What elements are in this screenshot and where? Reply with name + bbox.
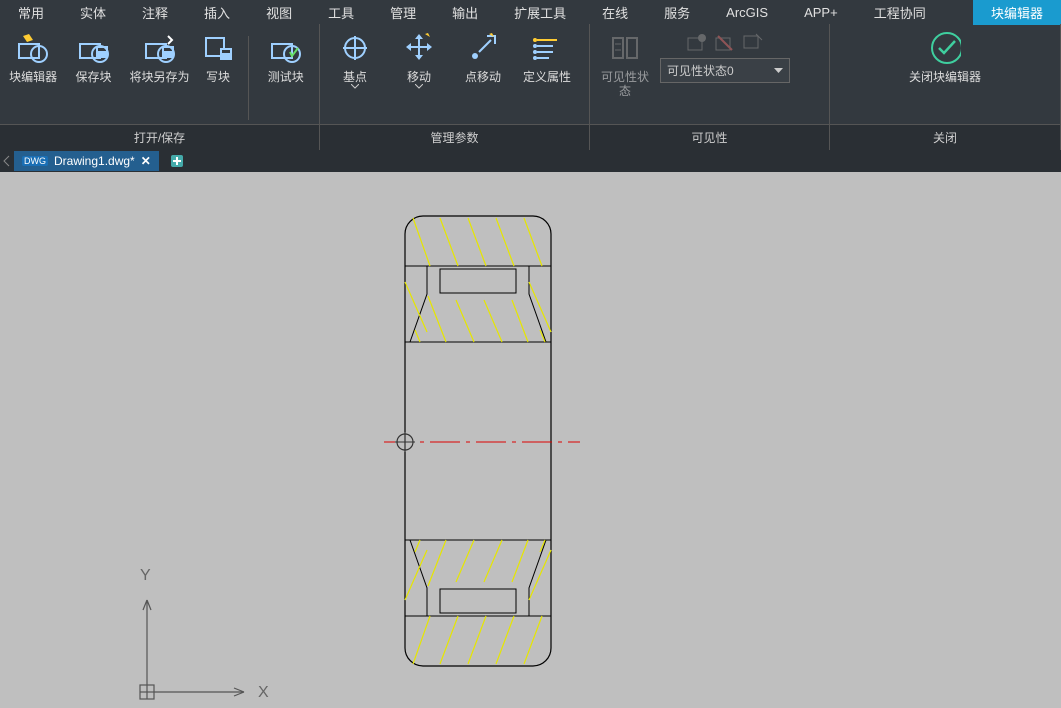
define-attr-button[interactable]: 定义属性 [518,32,576,84]
check-circle-icon [929,32,961,64]
move-icon [403,32,435,64]
panel-visibility-title: 可见性 [590,124,829,150]
base-point-label: 基点 [343,70,367,84]
tab-online[interactable]: 在线 [584,0,646,25]
save-block-icon [78,32,110,64]
panel-open-save-title: 打开/保存 [0,124,319,150]
define-attr-label: 定义属性 [523,70,571,84]
tab-view[interactable]: 视图 [248,0,310,25]
visibility-state-button[interactable]: 可见性状态 [596,32,654,98]
close-block-editor-button[interactable]: 关闭块编辑器 [900,32,990,84]
base-point-button[interactable]: 基点 [326,32,384,89]
ucs-y-label: Y [140,567,151,584]
save-block-as-icon [144,32,176,64]
close-block-editor-label: 关闭块编辑器 [909,70,981,84]
visibility-state-label: 可见性状态 [596,70,654,98]
visibility-mode-icon[interactable] [742,32,764,54]
tab-solid[interactable]: 实体 [62,0,124,25]
tab-scroll-left-icon[interactable] [2,155,12,167]
visibility-state-value: 可见性状态0 [667,62,734,79]
tab-arcgis[interactable]: ArcGIS [708,2,786,23]
panel-manage-params-title: 管理参数 [320,124,589,150]
define-attr-icon [531,32,563,64]
dropdown-icon [415,84,423,89]
tab-tools[interactable]: 工具 [310,0,372,25]
save-block-as-button[interactable]: 将块另存为 [127,32,193,84]
panel-visibility: 可见性状态 可见性状态0 可见性 [590,24,830,150]
drawing-canvas[interactable]: X Y [0,172,1061,708]
visibility-state-icon [609,32,641,64]
panel-close-title: 关闭 [830,124,1060,150]
tab-annotate[interactable]: 注释 [124,0,186,25]
point-move-icon [467,32,499,64]
ucs-x-label: X [258,684,269,701]
save-block-label: 保存块 [76,70,112,84]
tab-service[interactable]: 服务 [646,0,708,25]
panel-manage-params: 基点 移动 点移动 定义属性 [320,24,590,150]
tab-app-plus[interactable]: APP+ [786,2,856,23]
file-tab-bar: DWG Drawing1.dwg* ✕ [0,150,1061,172]
point-move-label: 点移动 [465,70,501,84]
tab-output[interactable]: 输出 [434,0,496,25]
tab-manage[interactable]: 管理 [372,0,434,25]
save-block-button[interactable]: 保存块 [66,32,120,84]
visibility-state-combo[interactable]: 可见性状态0 [660,58,790,83]
save-block-as-label: 将块另存为 [130,70,190,84]
make-invisible-icon[interactable] [714,32,736,54]
write-block-button[interactable]: 写块 [198,32,237,84]
chevron-down-icon [774,68,783,74]
block-editor-button[interactable]: 块编辑器 [6,32,60,84]
tab-collaborate[interactable]: 工程协同 [856,0,944,25]
test-block-button[interactable]: 测试块 [259,32,313,84]
point-move-button[interactable]: 点移动 [454,32,512,84]
panel-close: 关闭块编辑器 关闭 [830,24,1061,150]
block-editor-icon [17,32,49,64]
new-file-tab-button[interactable] [167,152,187,170]
file-tab-name: Drawing1.dwg* [54,154,135,168]
drawing-content: X Y [0,172,1061,708]
write-block-icon [202,32,234,64]
test-block-label: 测试块 [268,70,304,84]
file-tab-drawing1[interactable]: DWG Drawing1.dwg* ✕ [14,151,159,171]
make-visible-icon[interactable] [686,32,708,54]
block-editor-label: 块编辑器 [9,70,57,84]
test-block-icon [270,32,302,64]
tab-common[interactable]: 常用 [0,0,62,25]
file-tab-close-button[interactable]: ✕ [141,154,151,168]
move-button[interactable]: 移动 [390,32,448,89]
move-label: 移动 [407,70,431,84]
ribbon: 块编辑器 保存块 将块另存为 写块 [0,24,1061,150]
dwg-badge-icon: DWG [22,156,48,166]
tab-insert[interactable]: 插入 [186,0,248,25]
main-tab-bar: 常用 实体 注释 插入 视图 工具 管理 输出 扩展工具 在线 服务 ArcGI… [0,0,1061,24]
panel-open-save: 块编辑器 保存块 将块另存为 写块 [0,24,320,150]
tab-block-editor[interactable]: 块编辑器 [973,0,1061,25]
dropdown-icon [351,84,359,89]
base-point-icon [339,32,371,64]
tab-extended[interactable]: 扩展工具 [496,0,584,25]
write-block-label: 写块 [206,70,230,84]
